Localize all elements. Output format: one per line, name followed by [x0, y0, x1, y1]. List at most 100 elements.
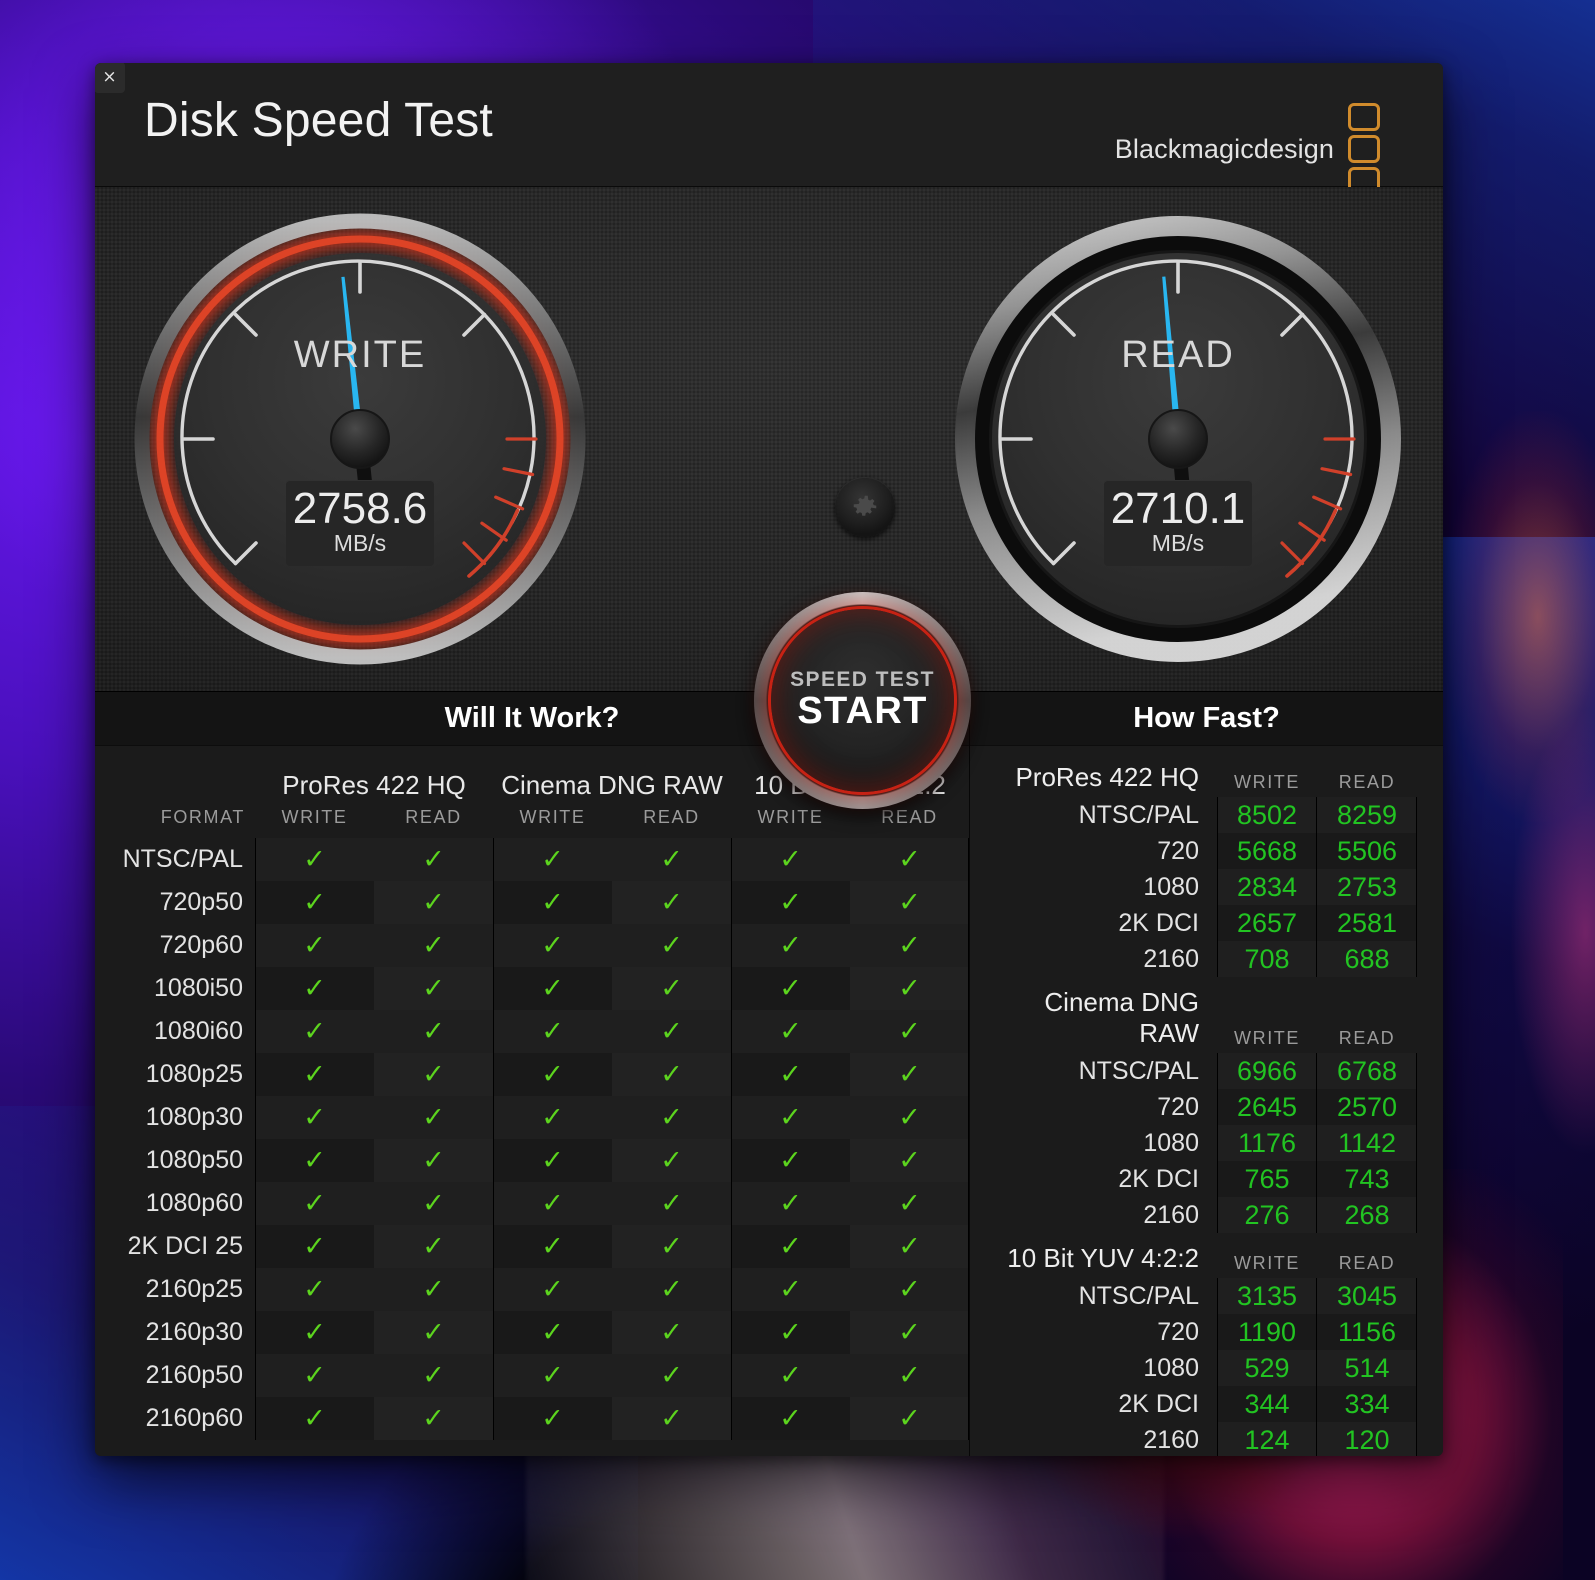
will-it-work-check-cell: ✓	[612, 967, 731, 1010]
will-it-work-check-cell: ✓	[255, 838, 374, 881]
subheader-read-1: READ	[405, 807, 462, 827]
will-it-work-table: ProRes 422 HQ Cinema DNG RAW 10 Bit YUV …	[95, 746, 969, 1440]
will-it-work-check-cell: ✓	[612, 881, 731, 924]
will-it-work-check-cell: ✓	[731, 1268, 850, 1311]
how-fast-row-label: 720	[1157, 1092, 1199, 1121]
will-it-work-check-cell: ✓	[374, 967, 493, 1010]
will-it-work-check-cell: ✓	[493, 1354, 612, 1397]
how-fast-row-label: 2K DCI	[1118, 1164, 1199, 1193]
will-it-work-check-cell: ✓	[731, 1053, 850, 1096]
will-it-work-check-cell: ✓	[612, 1139, 731, 1182]
how-fast-section-header: 10 Bit YUV 4:2:2 WRITE READ	[986, 1243, 1417, 1278]
will-it-work-check-cell: ✓	[612, 1225, 731, 1268]
close-icon[interactable]: ×	[95, 63, 125, 93]
how-fast-row-label: 1080	[1143, 1353, 1199, 1382]
will-it-work-row-label: 720p60	[159, 931, 243, 959]
how-fast-row: 1080 529 514	[986, 1350, 1417, 1386]
will-it-work-check-cell: ✓	[374, 1225, 493, 1268]
column-header-row: FORMAT WRITE READ WRITE READ WRITE READ	[95, 805, 969, 838]
will-it-work-check-cell: ✓	[850, 838, 969, 881]
will-it-work-check-cell: ✓	[731, 838, 850, 881]
how-fast-write-value: 765	[1217, 1161, 1317, 1197]
will-it-work-check-cell: ✓	[255, 881, 374, 924]
will-it-work-check-cell: ✓	[255, 1225, 374, 1268]
will-it-work-check-cell: ✓	[493, 1268, 612, 1311]
will-it-work-check-cell: ✓	[731, 1010, 850, 1053]
will-it-work-check-cell: ✓	[255, 1139, 374, 1182]
will-it-work-row-label: 1080p50	[145, 1146, 243, 1174]
gear-icon	[853, 495, 877, 516]
will-it-work-check-cell: ✓	[493, 838, 612, 881]
how-fast-row: NTSC/PAL 8502 8259	[986, 797, 1417, 833]
how-fast-row-label: 2K DCI	[1118, 1389, 1199, 1418]
how-fast-write-value: 6966	[1217, 1053, 1317, 1089]
will-it-work-check-cell: ✓	[731, 924, 850, 967]
how-fast-row: 2K DCI 344 334	[986, 1386, 1417, 1422]
will-it-work-check-cell: ✓	[255, 1354, 374, 1397]
how-fast-write-value: 124	[1217, 1422, 1317, 1456]
how-fast-write-value: 344	[1217, 1386, 1317, 1422]
will-it-work-check-cell: ✓	[255, 967, 374, 1010]
how-fast-read-value: 5506	[1317, 833, 1417, 869]
will-it-work-check-cell: ✓	[374, 838, 493, 881]
will-it-work-check-cell: ✓	[374, 1311, 493, 1354]
settings-button[interactable]	[835, 477, 895, 537]
how-fast-write-value: 276	[1217, 1197, 1317, 1233]
how-fast-read-column-header: READ	[1338, 1253, 1396, 1273]
will-it-work-row-label: 2160p50	[145, 1361, 243, 1389]
how-fast-row: 720 5668 5506	[986, 833, 1417, 869]
write-gauge-value: 2758.6	[292, 484, 428, 533]
how-fast-row-label: 720	[1157, 836, 1199, 865]
will-it-work-check-cell: ✓	[731, 1397, 850, 1440]
will-it-work-check-cell: ✓	[612, 1397, 731, 1440]
will-it-work-check-cell: ✓	[255, 1182, 374, 1225]
will-it-work-check-cell: ✓	[850, 1096, 969, 1139]
how-fast-row: 1080 1176 1142	[986, 1125, 1417, 1161]
how-fast-write-column-header: WRITE	[1234, 772, 1300, 792]
will-it-work-check-cell: ✓	[374, 924, 493, 967]
codec-group-prores: ProRes 422 HQ	[282, 770, 466, 800]
how-fast-row: NTSC/PAL 6966 6768	[986, 1053, 1417, 1089]
subheader-read-3: READ	[881, 807, 938, 827]
start-button-inner: SPEED TEST START	[771, 609, 954, 792]
how-fast-write-value: 1176	[1217, 1125, 1317, 1161]
start-button-sublabel: SPEED TEST	[790, 668, 935, 691]
will-it-work-check-cell: ✓	[493, 881, 612, 924]
will-it-work-check-cell: ✓	[255, 1096, 374, 1139]
read-gauge-label: READ	[1121, 334, 1235, 376]
will-it-work-check-cell: ✓	[255, 924, 374, 967]
how-fast-row-label: NTSC/PAL	[1078, 800, 1199, 829]
how-fast-read-value: 6768	[1317, 1053, 1417, 1089]
will-it-work-check-cell: ✓	[255, 1311, 374, 1354]
read-gauge-graphic	[955, 216, 1401, 662]
format-column-header: FORMAT	[160, 807, 245, 827]
how-fast-section: ProRes 422 HQ WRITE READ NTSC/PAL 8502 8259 72…	[986, 762, 1417, 977]
will-it-work-check-cell: ✓	[612, 1182, 731, 1225]
will-it-work-check-cell: ✓	[850, 881, 969, 924]
how-fast-row: 1080 2834 2753	[986, 869, 1417, 905]
subheader-write-1: WRITE	[281, 807, 348, 827]
write-gauge-readout: 2758.6 MB/s	[286, 480, 434, 567]
how-fast-write-value: 3135	[1217, 1278, 1317, 1314]
will-it-work-check-cell: ✓	[612, 1311, 731, 1354]
will-it-work-check-cell: ✓	[850, 1225, 969, 1268]
will-it-work-check-cell: ✓	[850, 924, 969, 967]
how-fast-write-value: 529	[1217, 1350, 1317, 1386]
will-it-work-check-cell: ✓	[255, 1010, 374, 1053]
how-fast-read-value: 8259	[1317, 797, 1417, 833]
how-fast-row: 720 1190 1156	[986, 1314, 1417, 1350]
will-it-work-check-cell: ✓	[850, 1053, 969, 1096]
how-fast-row-label: 1080	[1143, 872, 1199, 901]
how-fast-read-column-header: READ	[1338, 1028, 1396, 1048]
read-gauge-value: 2710.1	[1110, 484, 1246, 533]
will-it-work-row-label: 1080p30	[145, 1103, 243, 1131]
will-it-work-check-cell: ✓	[731, 1225, 850, 1268]
blackmagic-mark-icon	[1348, 103, 1380, 195]
how-fast-heading: How Fast?	[970, 692, 1443, 746]
will-it-work-check-cell: ✓	[612, 1354, 731, 1397]
how-fast-row-label: 2160	[1143, 1200, 1199, 1229]
speed-test-start-button[interactable]: SPEED TEST START	[754, 592, 971, 809]
will-it-work-check-cell: ✓	[374, 1139, 493, 1182]
spacer-cell	[95, 756, 255, 805]
will-it-work-check-cell: ✓	[374, 1397, 493, 1440]
